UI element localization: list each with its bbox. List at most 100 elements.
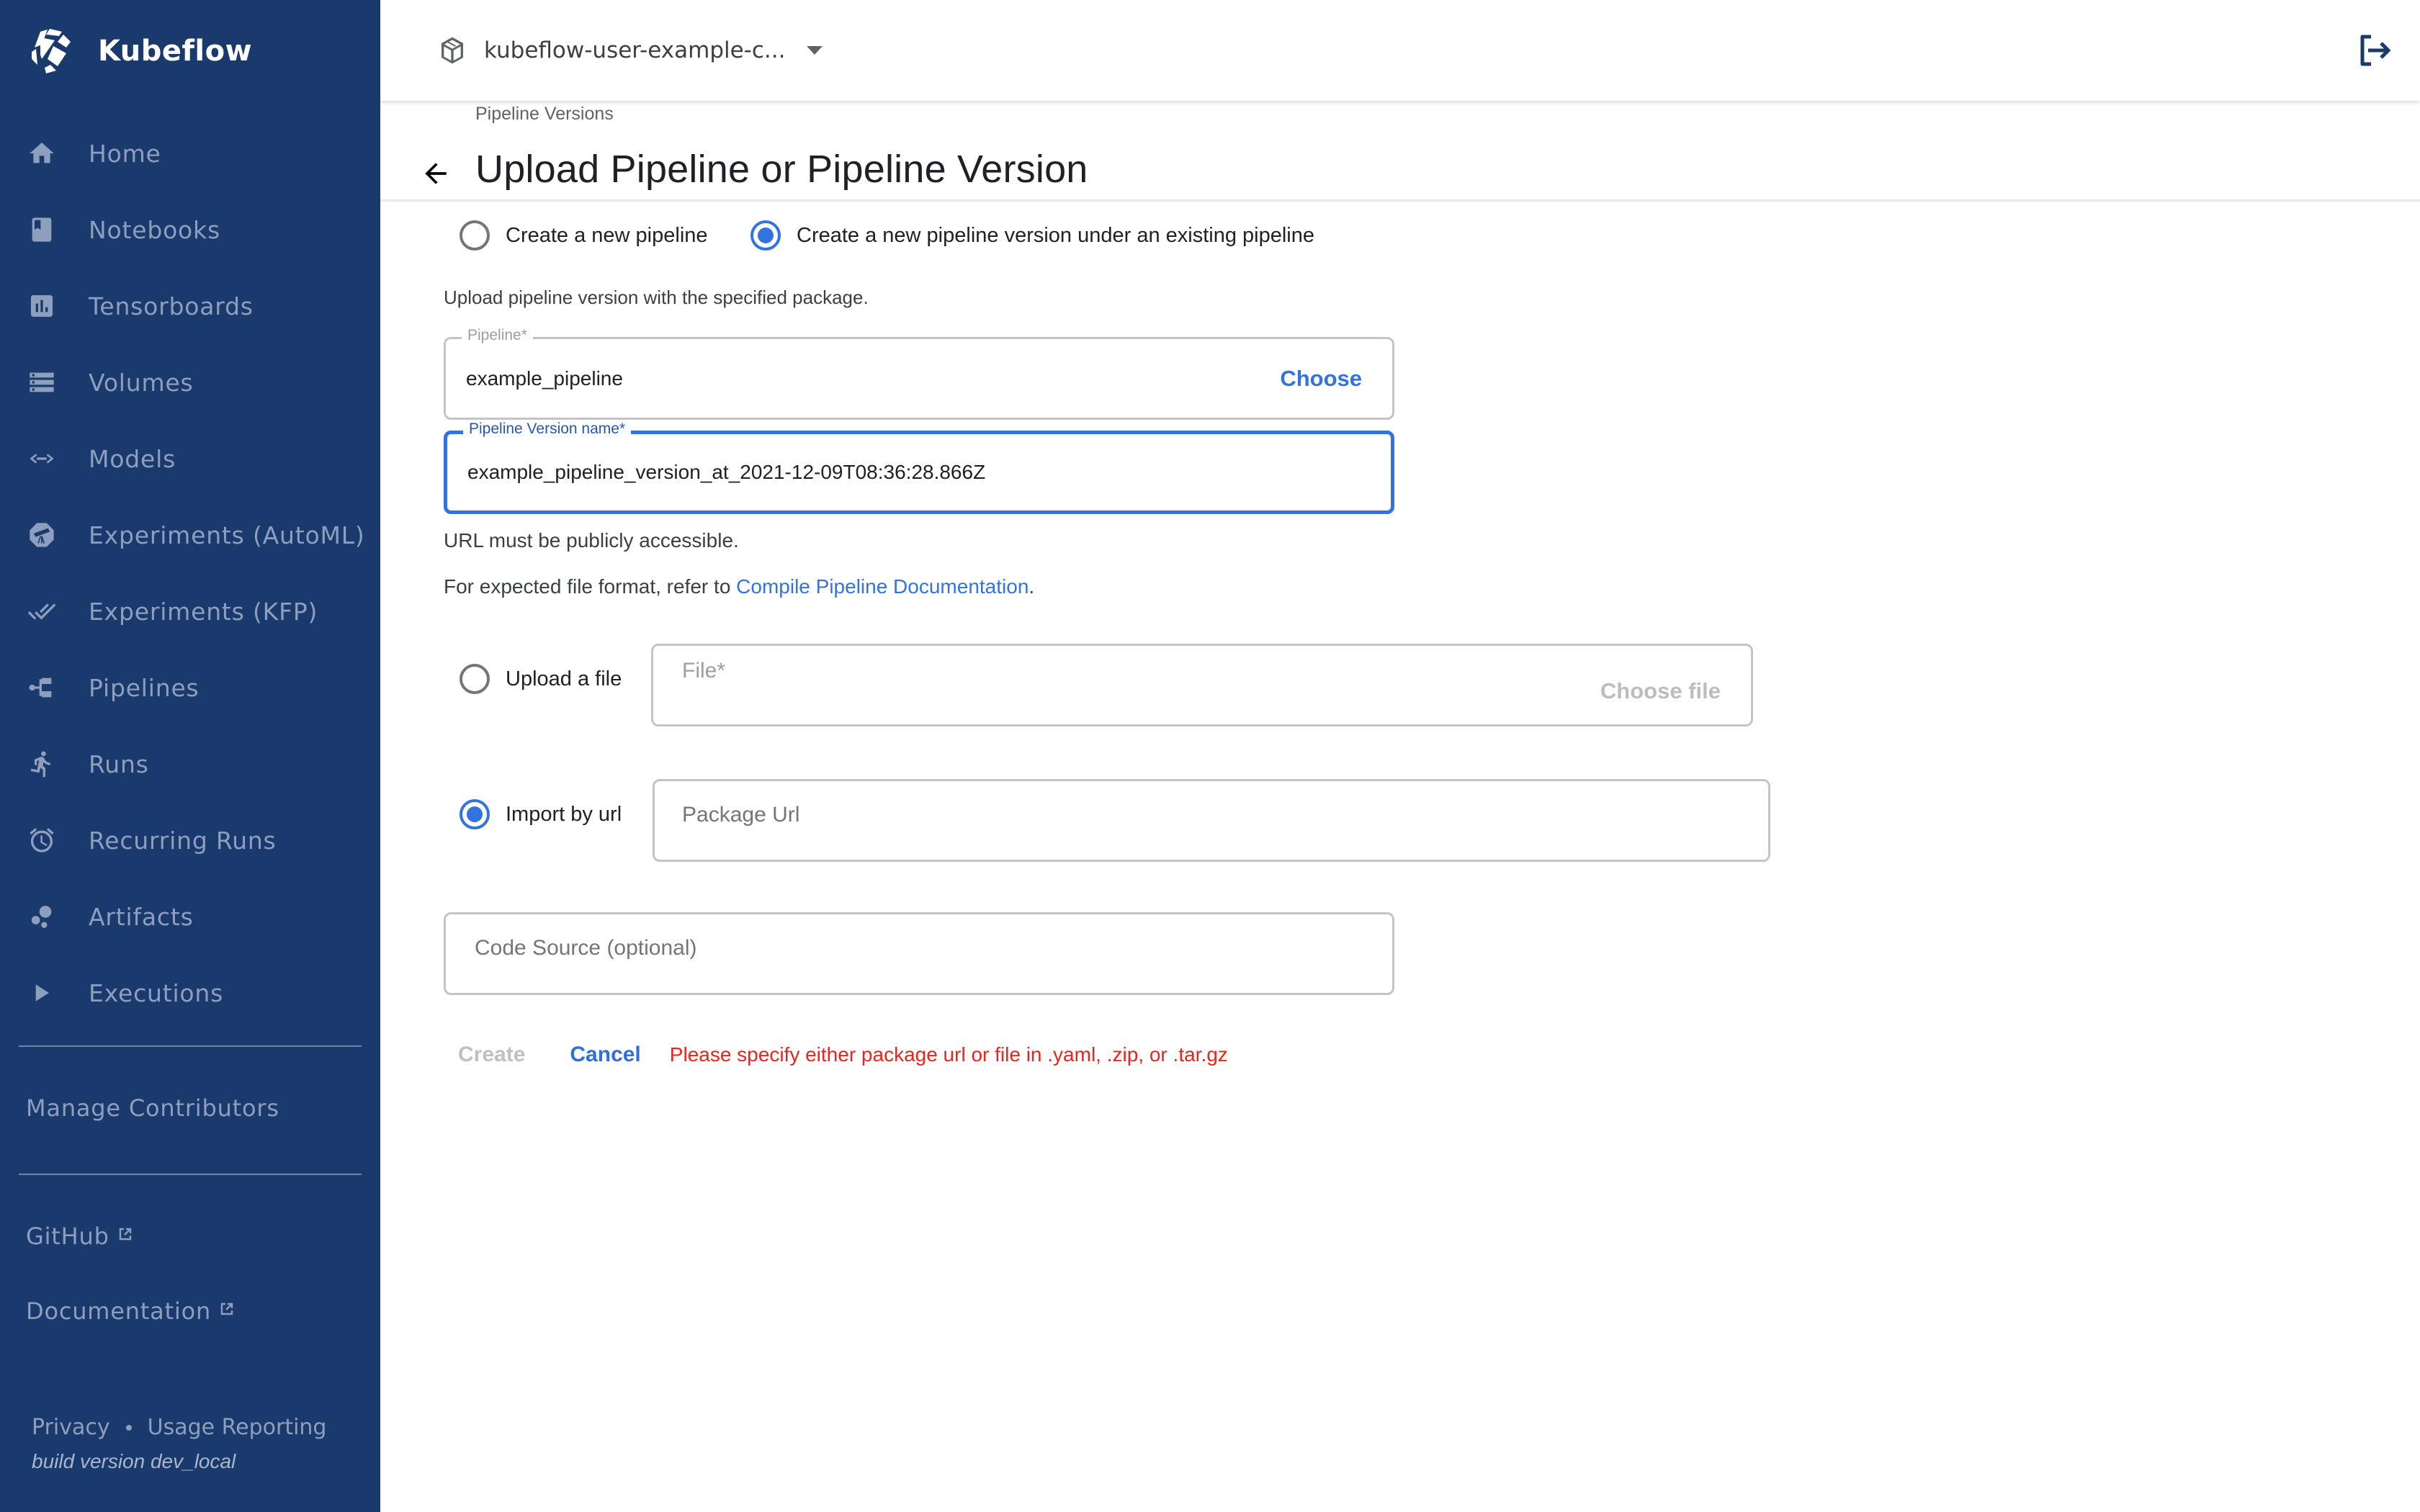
top-bar: kubeflow-user-example-c... [380, 0, 2420, 101]
radio-label[interactable]: Create a new pipeline version under an e… [797, 224, 1314, 248]
brand-name: Kubeflow [98, 35, 253, 68]
radio-upload-file[interactable] [460, 664, 490, 694]
github-label: GitHub [26, 1223, 109, 1250]
sidebar-item-label: Executions [89, 978, 224, 1007]
pipeline-field-label: Pipeline* [462, 327, 533, 344]
pipeline-field-value: example_pipeline [466, 366, 623, 390]
radio-label[interactable]: Upload a file [506, 667, 622, 691]
sidebar-item-executions[interactable]: Executions [0, 955, 380, 1031]
sidebar-item-notebooks[interactable]: Notebooks [0, 192, 380, 268]
back-button[interactable] [418, 156, 454, 192]
sidebar-item-pipelines[interactable]: Pipelines [0, 649, 380, 726]
package-url-field[interactable]: Package Url [653, 779, 1770, 862]
running-person-icon [27, 750, 56, 778]
logout-icon [2360, 35, 2391, 66]
file-field-placeholder: File* [682, 659, 726, 683]
sidebar-item-experiments-kfp[interactable]: Experiments (KFP) [0, 573, 380, 649]
radio-label[interactable]: Create a new pipeline [506, 224, 708, 248]
home-icon [27, 139, 56, 168]
chevron-down-icon [807, 46, 823, 55]
privacy-link[interactable]: Privacy [32, 1415, 110, 1440]
cube-icon [442, 37, 463, 64]
radio-create-pipeline-version[interactable] [750, 220, 781, 251]
radio-create-version-row[interactable]: Create a new pipeline version under an e… [750, 220, 1314, 251]
external-link-icon [220, 1295, 234, 1315]
radio-import-url-row[interactable]: Import by url [460, 799, 622, 829]
documentation-link[interactable]: Documentation [26, 1297, 234, 1325]
external-link-icon [118, 1220, 133, 1241]
compile-pipeline-doc-link[interactable]: Compile Pipeline Documentation [736, 575, 1028, 598]
arrow-back-icon [425, 163, 447, 184]
code-source-field[interactable]: Code Source (optional) [444, 912, 1394, 995]
sidebar-item-artifacts[interactable]: Artifacts [0, 878, 380, 955]
build-version: build version dev_local [32, 1450, 236, 1472]
bar-chart-icon [27, 292, 56, 320]
sidebar-item-label: Notebooks [89, 215, 220, 244]
github-link[interactable]: GitHub [26, 1223, 133, 1250]
sidebar-footer-links: Privacy Usage Reporting [32, 1415, 326, 1440]
format-note: For expected file format, refer to Compi… [444, 575, 1034, 598]
sidebar-item-label: Artifacts [89, 902, 194, 931]
cancel-button[interactable]: Cancel [570, 1043, 640, 1067]
pipeline-version-name-label: Pipeline Version name* [463, 420, 632, 438]
sidebar-item-runs[interactable]: Runs [0, 726, 380, 802]
title-divider [380, 199, 2420, 202]
radio-create-new-pipeline[interactable] [460, 220, 490, 251]
package-url-placeholder: Package Url [682, 803, 800, 827]
page-title: Upload Pipeline or Pipeline Version [475, 148, 1088, 191]
sidebar-item-recurring-runs[interactable]: Recurring Runs [0, 802, 380, 878]
sidebar-divider [19, 1045, 362, 1047]
sidebar-nav: Home Notebooks Tensorboards Volumes Mode… [0, 115, 380, 1031]
format-note-suffix: . [1028, 575, 1035, 598]
choose-file-button[interactable]: Choose file [1600, 678, 1721, 704]
radio-label[interactable]: Import by url [506, 803, 622, 827]
choose-pipeline-button[interactable]: Choose [1280, 366, 1362, 392]
alarm-clock-icon [27, 826, 56, 855]
brand[interactable]: Kubeflow [26, 26, 252, 76]
breadcrumb[interactable]: Pipeline Versions [475, 104, 614, 125]
sidebar-item-label: Home [89, 139, 161, 168]
documentation-label: Documentation [26, 1297, 212, 1325]
sidebar-item-label: Experiments (AutoML) [89, 521, 365, 549]
error-message: Please specify either package url or fil… [669, 1043, 1228, 1066]
kubeflow-logo-icon [32, 29, 71, 73]
sidebar-item-label: Runs [89, 750, 149, 778]
description-text: Upload pipeline version with the specifi… [444, 287, 869, 308]
manage-contributors-link[interactable]: Manage Contributors [26, 1094, 279, 1122]
namespace-label: kubeflow-user-example-c... [484, 37, 786, 63]
sidebar-item-home[interactable]: Home [0, 115, 380, 192]
logout-button[interactable] [2357, 33, 2393, 68]
done-all-icon [27, 597, 56, 626]
namespace-selector[interactable]: kubeflow-user-example-c... [438, 32, 823, 69]
file-field[interactable]: File* Choose file [651, 644, 1753, 726]
storage-icon [27, 368, 56, 397]
bubbles-icon [27, 902, 56, 931]
format-note-prefix: For expected file format, refer to [444, 575, 737, 598]
sidebar-item-tensorboards[interactable]: Tensorboards [0, 268, 380, 344]
sidebar-item-label: Pipelines [89, 673, 200, 702]
sidebar-item-label: Recurring Runs [89, 826, 277, 855]
code-arrows-icon [27, 444, 56, 473]
create-button[interactable]: Create [458, 1043, 525, 1067]
radio-create-pipeline-row[interactable]: Create a new pipeline [460, 220, 708, 251]
sidebar: Kubeflow Home Notebooks Tensorboards Vol… [0, 0, 380, 1512]
usage-reporting-link[interactable]: Usage Reporting [148, 1415, 327, 1440]
sidebar-item-experiments-automl[interactable]: Experiments (AutoML) [0, 497, 380, 573]
sidebar-item-label: Experiments (KFP) [89, 597, 318, 626]
sidebar-item-label: Tensorboards [89, 292, 254, 320]
sidebar-item-label: Models [89, 444, 176, 473]
telescope-icon [27, 521, 56, 549]
play-icon [27, 978, 56, 1007]
pipeline-field[interactable]: Pipeline* example_pipeline Choose [444, 327, 1394, 420]
radio-upload-file-row[interactable]: Upload a file [460, 664, 622, 694]
sidebar-item-volumes[interactable]: Volumes [0, 344, 380, 420]
url-note: URL must be publicly accessible. [444, 529, 739, 552]
radio-import-by-url[interactable] [460, 799, 490, 829]
pipeline-version-name-field[interactable]: Pipeline Version name* example_pipeline_… [444, 420, 1394, 514]
pipeline-icon [27, 673, 56, 702]
sidebar-item-label: Volumes [89, 368, 194, 397]
sidebar-divider [19, 1174, 362, 1175]
pipeline-version-name-value[interactable]: example_pipeline_version_at_2021-12-09T0… [467, 461, 985, 484]
code-source-placeholder: Code Source (optional) [475, 936, 697, 960]
sidebar-item-models[interactable]: Models [0, 420, 380, 497]
